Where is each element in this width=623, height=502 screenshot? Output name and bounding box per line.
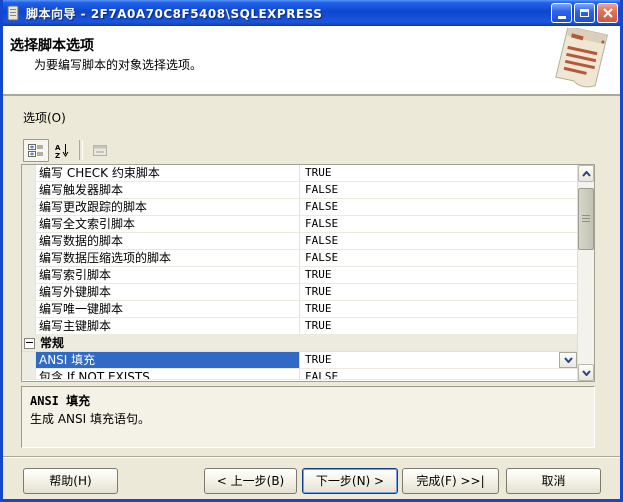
option-value[interactable]: TRUE xyxy=(300,284,577,301)
grid-row[interactable]: ANSI 填充TRUE xyxy=(22,352,577,369)
page-subtitle: 为要编写脚本的对象选择选项。 xyxy=(34,56,202,73)
grid-row[interactable]: 编写主键脚本TRUE xyxy=(22,318,577,335)
option-label[interactable]: 编写主键脚本 xyxy=(36,318,300,335)
option-value[interactable]: TRUE xyxy=(300,352,577,369)
categorized-icon xyxy=(28,143,44,157)
category-label: 常规 xyxy=(40,335,64,351)
option-label[interactable]: 编写数据压缩选项的脚本 xyxy=(36,250,300,267)
grid-row[interactable]: 包含 If NOT EXISTSFALSE xyxy=(22,369,577,380)
close-icon xyxy=(603,8,613,18)
maximize-icon xyxy=(580,9,589,17)
row-indent xyxy=(22,233,36,250)
footer-separator xyxy=(0,456,623,458)
app-icon xyxy=(6,5,21,21)
alphabetical-sort-button[interactable]: A Z xyxy=(49,139,75,162)
finish-button[interactable]: 完成(F) >>| xyxy=(402,468,499,494)
grid-row[interactable]: 编写全文索引脚本FALSE xyxy=(22,216,577,233)
option-label[interactable]: 包含 If NOT EXISTS xyxy=(36,369,300,380)
option-value[interactable]: FALSE xyxy=(300,199,577,216)
back-button[interactable]: < 上一步(B) xyxy=(204,468,297,494)
categorized-button[interactable] xyxy=(23,139,49,162)
grid-category-row[interactable]: 常规 xyxy=(22,335,577,352)
value-dropdown-button[interactable] xyxy=(559,352,577,368)
svg-text:Z: Z xyxy=(55,152,60,158)
grid-row[interactable]: 编写索引脚本TRUE xyxy=(22,267,577,284)
wizard-header: 选择脚本选项 为要编写脚本的对象选择选项。 xyxy=(0,26,623,96)
property-pages-icon xyxy=(92,144,108,157)
description-text: 生成 ANSI 填充语句。 xyxy=(30,410,150,427)
row-indent xyxy=(22,250,36,267)
row-indent xyxy=(22,165,36,182)
description-title: ANSI 填充 xyxy=(30,392,90,409)
row-indent xyxy=(22,182,36,199)
vertical-scrollbar[interactable] xyxy=(577,165,594,381)
row-indent xyxy=(22,301,36,318)
option-label[interactable]: 编写外键脚本 xyxy=(36,284,300,301)
page-title: 选择脚本选项 xyxy=(10,35,94,55)
grid-row[interactable]: 编写触发器脚本FALSE xyxy=(22,182,577,199)
minimize-button[interactable] xyxy=(551,3,572,23)
row-indent xyxy=(22,369,36,380)
cancel-button[interactable]: 取消 xyxy=(506,468,601,494)
option-label[interactable]: 编写 CHECK 约束脚本 xyxy=(36,165,300,182)
option-value[interactable]: FALSE xyxy=(300,233,577,250)
grid-toolbar: A Z xyxy=(23,138,113,162)
chevron-down-icon xyxy=(564,357,573,363)
chevron-up-icon xyxy=(582,171,591,177)
scroll-down-button[interactable] xyxy=(578,364,594,381)
scroll-up-button[interactable] xyxy=(578,165,594,182)
maximize-button[interactable] xyxy=(574,3,595,23)
options-label: 选项(O) xyxy=(23,109,66,126)
option-label[interactable]: 编写唯一键脚本 xyxy=(36,301,300,318)
option-value[interactable]: FALSE xyxy=(300,216,577,233)
window-title: 脚本向导 - 2F7A0A70C8F5408\SQLEXPRESS xyxy=(26,5,322,22)
option-label[interactable]: ANSI 填充 xyxy=(36,352,300,369)
close-button[interactable] xyxy=(597,3,618,23)
row-indent xyxy=(22,284,36,301)
svg-text:A: A xyxy=(55,144,61,152)
grid-row[interactable]: 编写数据的脚本FALSE xyxy=(22,233,577,250)
help-button[interactable]: 帮助(H) xyxy=(23,468,118,494)
option-label[interactable]: 编写更改跟踪的脚本 xyxy=(36,199,300,216)
option-value[interactable]: TRUE xyxy=(300,165,577,182)
option-value[interactable]: TRUE xyxy=(300,301,577,318)
grid-row[interactable]: 编写数据压缩选项的脚本FALSE xyxy=(22,250,577,267)
option-value[interactable]: TRUE xyxy=(300,267,577,284)
row-indent xyxy=(22,318,36,335)
row-indent xyxy=(22,267,36,284)
title-bar[interactable]: 脚本向导 - 2F7A0A70C8F5408\SQLEXPRESS xyxy=(0,0,623,26)
option-value[interactable]: FALSE xyxy=(300,250,577,267)
grid-row[interactable]: 编写 CHECK 约束脚本TRUE xyxy=(22,165,577,182)
option-value[interactable]: FALSE xyxy=(300,182,577,199)
script-wizard-dialog: 脚本向导 - 2F7A0A70C8F5408\SQLEXPRESS 选择脚本选项… xyxy=(0,0,623,502)
property-grid-rows: 编写 CHECK 约束脚本TRUE编写触发器脚本FALSE编写更改跟踪的脚本FA… xyxy=(22,165,577,381)
option-label[interactable]: 编写触发器脚本 xyxy=(36,182,300,199)
option-label[interactable]: 编写索引脚本 xyxy=(36,267,300,284)
next-button[interactable]: 下一步(N) > xyxy=(302,468,398,494)
property-grid: 编写 CHECK 约束脚本TRUE编写触发器脚本FALSE编写更改跟踪的脚本FA… xyxy=(21,164,595,382)
option-label[interactable]: 编写全文索引脚本 xyxy=(36,216,300,233)
option-value[interactable]: FALSE xyxy=(300,369,577,380)
collapse-icon[interactable] xyxy=(24,338,35,349)
chevron-down-icon xyxy=(582,370,591,376)
scroll-thumb[interactable] xyxy=(578,188,594,250)
grid-row[interactable]: 编写唯一键脚本TRUE xyxy=(22,301,577,318)
toolbar-separator xyxy=(79,140,83,160)
row-indent xyxy=(22,216,36,233)
minimize-icon xyxy=(558,16,566,19)
grid-row[interactable]: 编写外键脚本TRUE xyxy=(22,284,577,301)
description-panel: ANSI 填充 生成 ANSI 填充语句。 xyxy=(21,386,595,448)
alphabetical-sort-icon: A Z xyxy=(55,143,70,158)
script-scroll-graphic xyxy=(541,28,621,92)
row-indent xyxy=(22,352,36,369)
option-label[interactable]: 编写数据的脚本 xyxy=(36,233,300,250)
row-indent xyxy=(22,199,36,216)
property-pages-button xyxy=(87,139,113,162)
grid-row[interactable]: 编写更改跟踪的脚本FALSE xyxy=(22,199,577,216)
option-value[interactable]: TRUE xyxy=(300,318,577,335)
